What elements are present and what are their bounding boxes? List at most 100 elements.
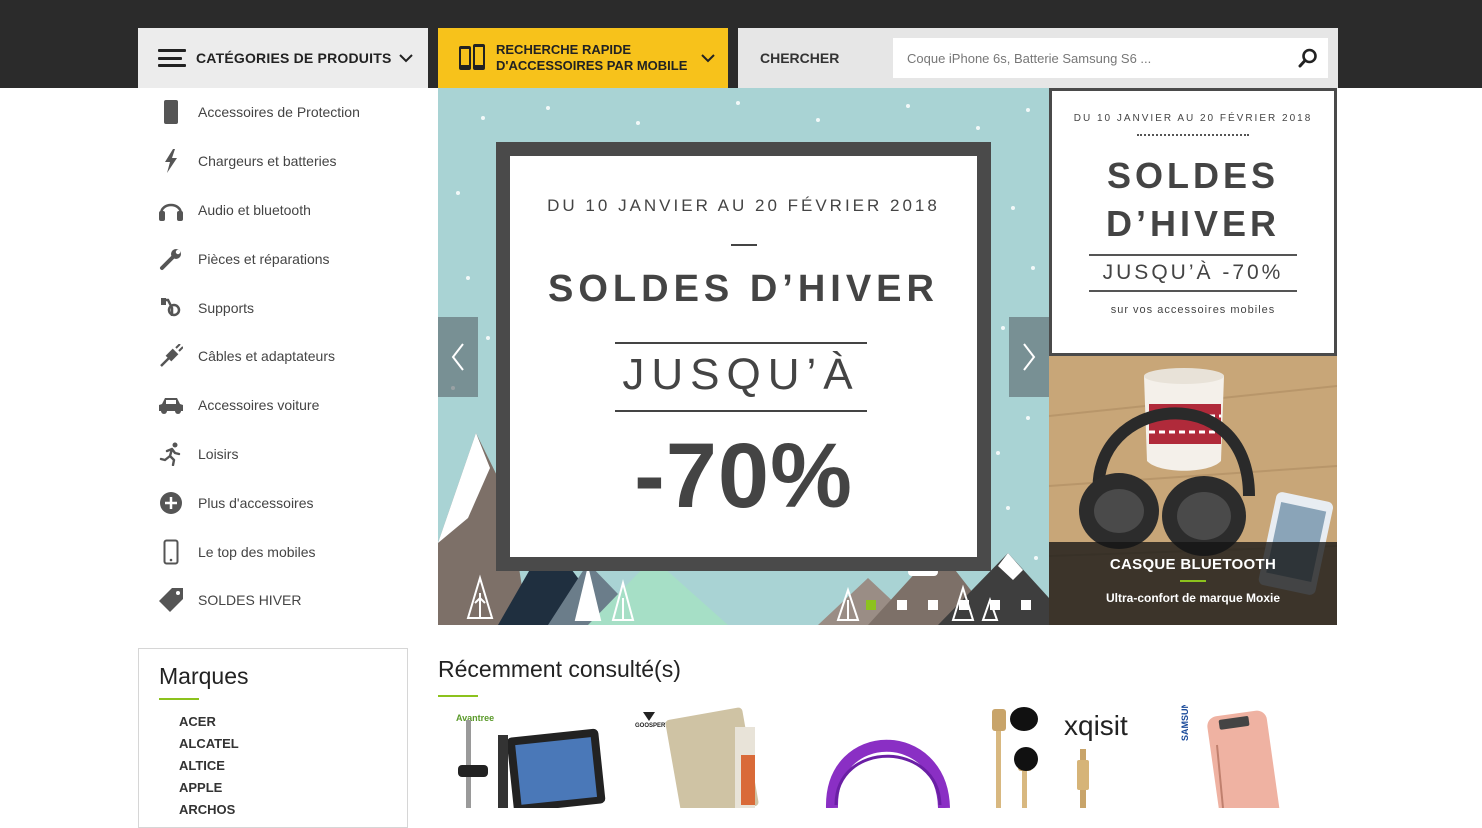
bluetooth-headset-banner[interactable]: CASQUE BLUETOOTH Ultra-confort de marque… [1049,356,1337,625]
side-banner-dates: DU 10 JANVIER AU 20 FÉVRIER 2018 [1073,113,1313,124]
product-brand-mark: xqisit [1064,710,1128,741]
recently-viewed-products: Avantree GOOSPERY xqisit SAMSUNG [438,695,1338,826]
runner-icon [158,441,184,467]
search-box [893,38,1328,78]
sidebar-item-repairs[interactable]: Pièces et réparations [138,234,428,283]
search-label: CHERCHER [760,50,840,66]
sidebar-item-label: Loisirs [198,445,239,462]
quick-search-button[interactable]: RECHERCHE RAPIDE D'ACCESSOIRES PAR MOBIL… [438,28,728,88]
quick-search-label: RECHERCHE RAPIDE D'ACCESSOIRES PAR MOBIL… [496,42,688,73]
brand-link[interactable]: ACER [179,711,387,733]
sidebar-item-label: Câbles et adaptateurs [198,348,335,365]
side-banner-subtitle: sur vos accessoires mobiles [1110,304,1276,316]
headphones-icon [158,197,184,223]
sidebar-item-top-mobiles[interactable]: Le top des mobiles [138,527,428,576]
side-banner-title-line1: SOLDES [1106,155,1280,196]
chevron-right-icon [1023,343,1036,371]
sidebar-item-audio[interactable]: Audio et bluetooth [138,186,428,235]
categories-menu-button[interactable]: CATÉGORIES DE PRODUITS [138,28,428,88]
sidebar-item-label: Le top des mobiles [198,543,316,560]
product-brand-mark: Avantree [456,713,494,723]
phone-case-icon [158,99,184,125]
dotted-divider [1137,134,1249,136]
sidebar-item-label: SOLDES HIVER [198,592,302,609]
product-card[interactable] [810,705,970,809]
slider-next-button[interactable] [1009,317,1049,397]
product-brand-mark: GOOSPERY [635,723,669,729]
tag-icon [158,587,184,613]
product-brand-mark: SAMSUNG [1180,705,1190,741]
categories-label: CATÉGORIES DE PRODUITS [196,50,392,66]
green-divider [438,695,478,697]
folio-case-icon: GOOSPERY [635,707,759,819]
search-icon[interactable] [1298,48,1318,68]
sidebar-item-label: Plus d'accessoires [198,494,314,511]
green-divider [159,698,199,700]
sidebar-item-label: Accessoires de Protection [198,104,360,121]
product-card[interactable]: xqisit [986,705,1146,808]
slider-dot[interactable] [897,600,907,610]
slider-prev-button[interactable] [438,317,478,397]
promo-percent: -70% [634,425,853,527]
sidebar-item-car[interactable]: Accessoires voiture [138,381,428,430]
promo-divider [730,244,757,246]
sidebar-item-chargers[interactable]: Chargeurs et batteries [138,137,428,186]
product-card[interactable]: Avantree [438,705,606,813]
sidebar-item-label: Chargeurs et batteries [198,153,337,170]
hero-slider[interactable]: DU 10 JANVIER AU 20 FÉVRIER 2018 SOLDES … [438,88,1049,625]
slider-dot[interactable] [990,600,1000,610]
earphones-icon: xqisit [992,707,1128,808]
category-sidebar: Accessoires de Protection Chargeurs et b… [138,88,428,625]
brand-link[interactable]: ARCHOS [179,799,387,821]
side-banner-title-line2: D’HIVER [1105,203,1281,244]
sidebar-item-protection[interactable]: Accessoires de Protection [138,88,428,137]
search-input[interactable] [907,50,1298,66]
brands-panel: Marques ACER ALCATEL ALTICE APPLE ARCHOS [138,648,408,828]
green-divider [1180,580,1206,582]
brand-link[interactable]: APPLE [179,777,387,799]
sidebar-item-label: Accessoires voiture [198,397,320,414]
promo-frame: DU 10 JANVIER AU 20 FÉVRIER 2018 SOLDES … [496,142,991,571]
side-banner-upto: JUSQU’À -70% [1089,254,1297,292]
slider-dot[interactable] [866,600,876,610]
recently-viewed-header: Récemment consulté(s) [438,656,1338,697]
plus-circle-icon [158,490,184,516]
search-bar: CHERCHER [738,28,1338,88]
slider-dot[interactable] [928,600,938,610]
sidebar-item-supports[interactable]: Supports [138,283,428,332]
car-icon [158,392,184,418]
sidebar-item-cables[interactable]: Câbles et adaptateurs [138,332,428,381]
tablet-mount-icon: Avantree [456,713,606,813]
promo-upto: JUSQU’À [615,342,867,412]
chevron-down-icon [399,54,413,63]
promo-title: SOLDES D’HIVER [548,268,939,310]
promo-dates: DU 10 JANVIER AU 20 FÉVRIER 2018 [547,196,940,215]
sidebar-item-more[interactable]: Plus d'accessoires [138,478,428,527]
slider-dot[interactable] [1021,600,1031,610]
photo-banner-title: CASQUE BLUETOOTH [1109,556,1277,573]
photo-banner-caption: CASQUE BLUETOOTH Ultra-confort de marque… [1049,542,1337,625]
brands-list: ACER ALCATEL ALTICE APPLE ARCHOS [159,711,387,821]
brand-link[interactable]: ALCATEL [179,733,387,755]
chevron-down-icon [701,54,715,63]
sidebar-item-leisure[interactable]: Loisirs [138,430,428,479]
brand-link[interactable]: ALTICE [179,755,387,777]
smartphone-icon [158,539,184,565]
wrench-icon [158,246,184,272]
purple-headphones-icon [825,739,950,809]
slider-dots [866,600,1031,610]
side-banner-title: SOLDES D’HIVER [1052,152,1334,248]
cable-plug-icon [158,343,184,369]
sidebar-item-winter-sale[interactable]: SOLDES HIVER [138,576,428,625]
lightning-icon [158,148,184,174]
support-mount-icon [158,295,184,321]
winter-sale-side-banner[interactable]: DU 10 JANVIER AU 20 FÉVRIER 2018 SOLDES … [1049,88,1337,356]
sidebar-item-label: Pièces et réparations [198,250,330,267]
brands-title: Marques [159,663,249,689]
slider-dot[interactable] [959,600,969,610]
sidebar-item-label: Audio et bluetooth [198,201,311,218]
photo-banner-subtitle: Ultra-confort de marque Moxie [1105,591,1281,605]
product-card[interactable]: GOOSPERY [635,705,795,819]
product-card[interactable]: SAMSUNG [1173,695,1333,826]
sidebar-item-label: Supports [198,299,255,316]
